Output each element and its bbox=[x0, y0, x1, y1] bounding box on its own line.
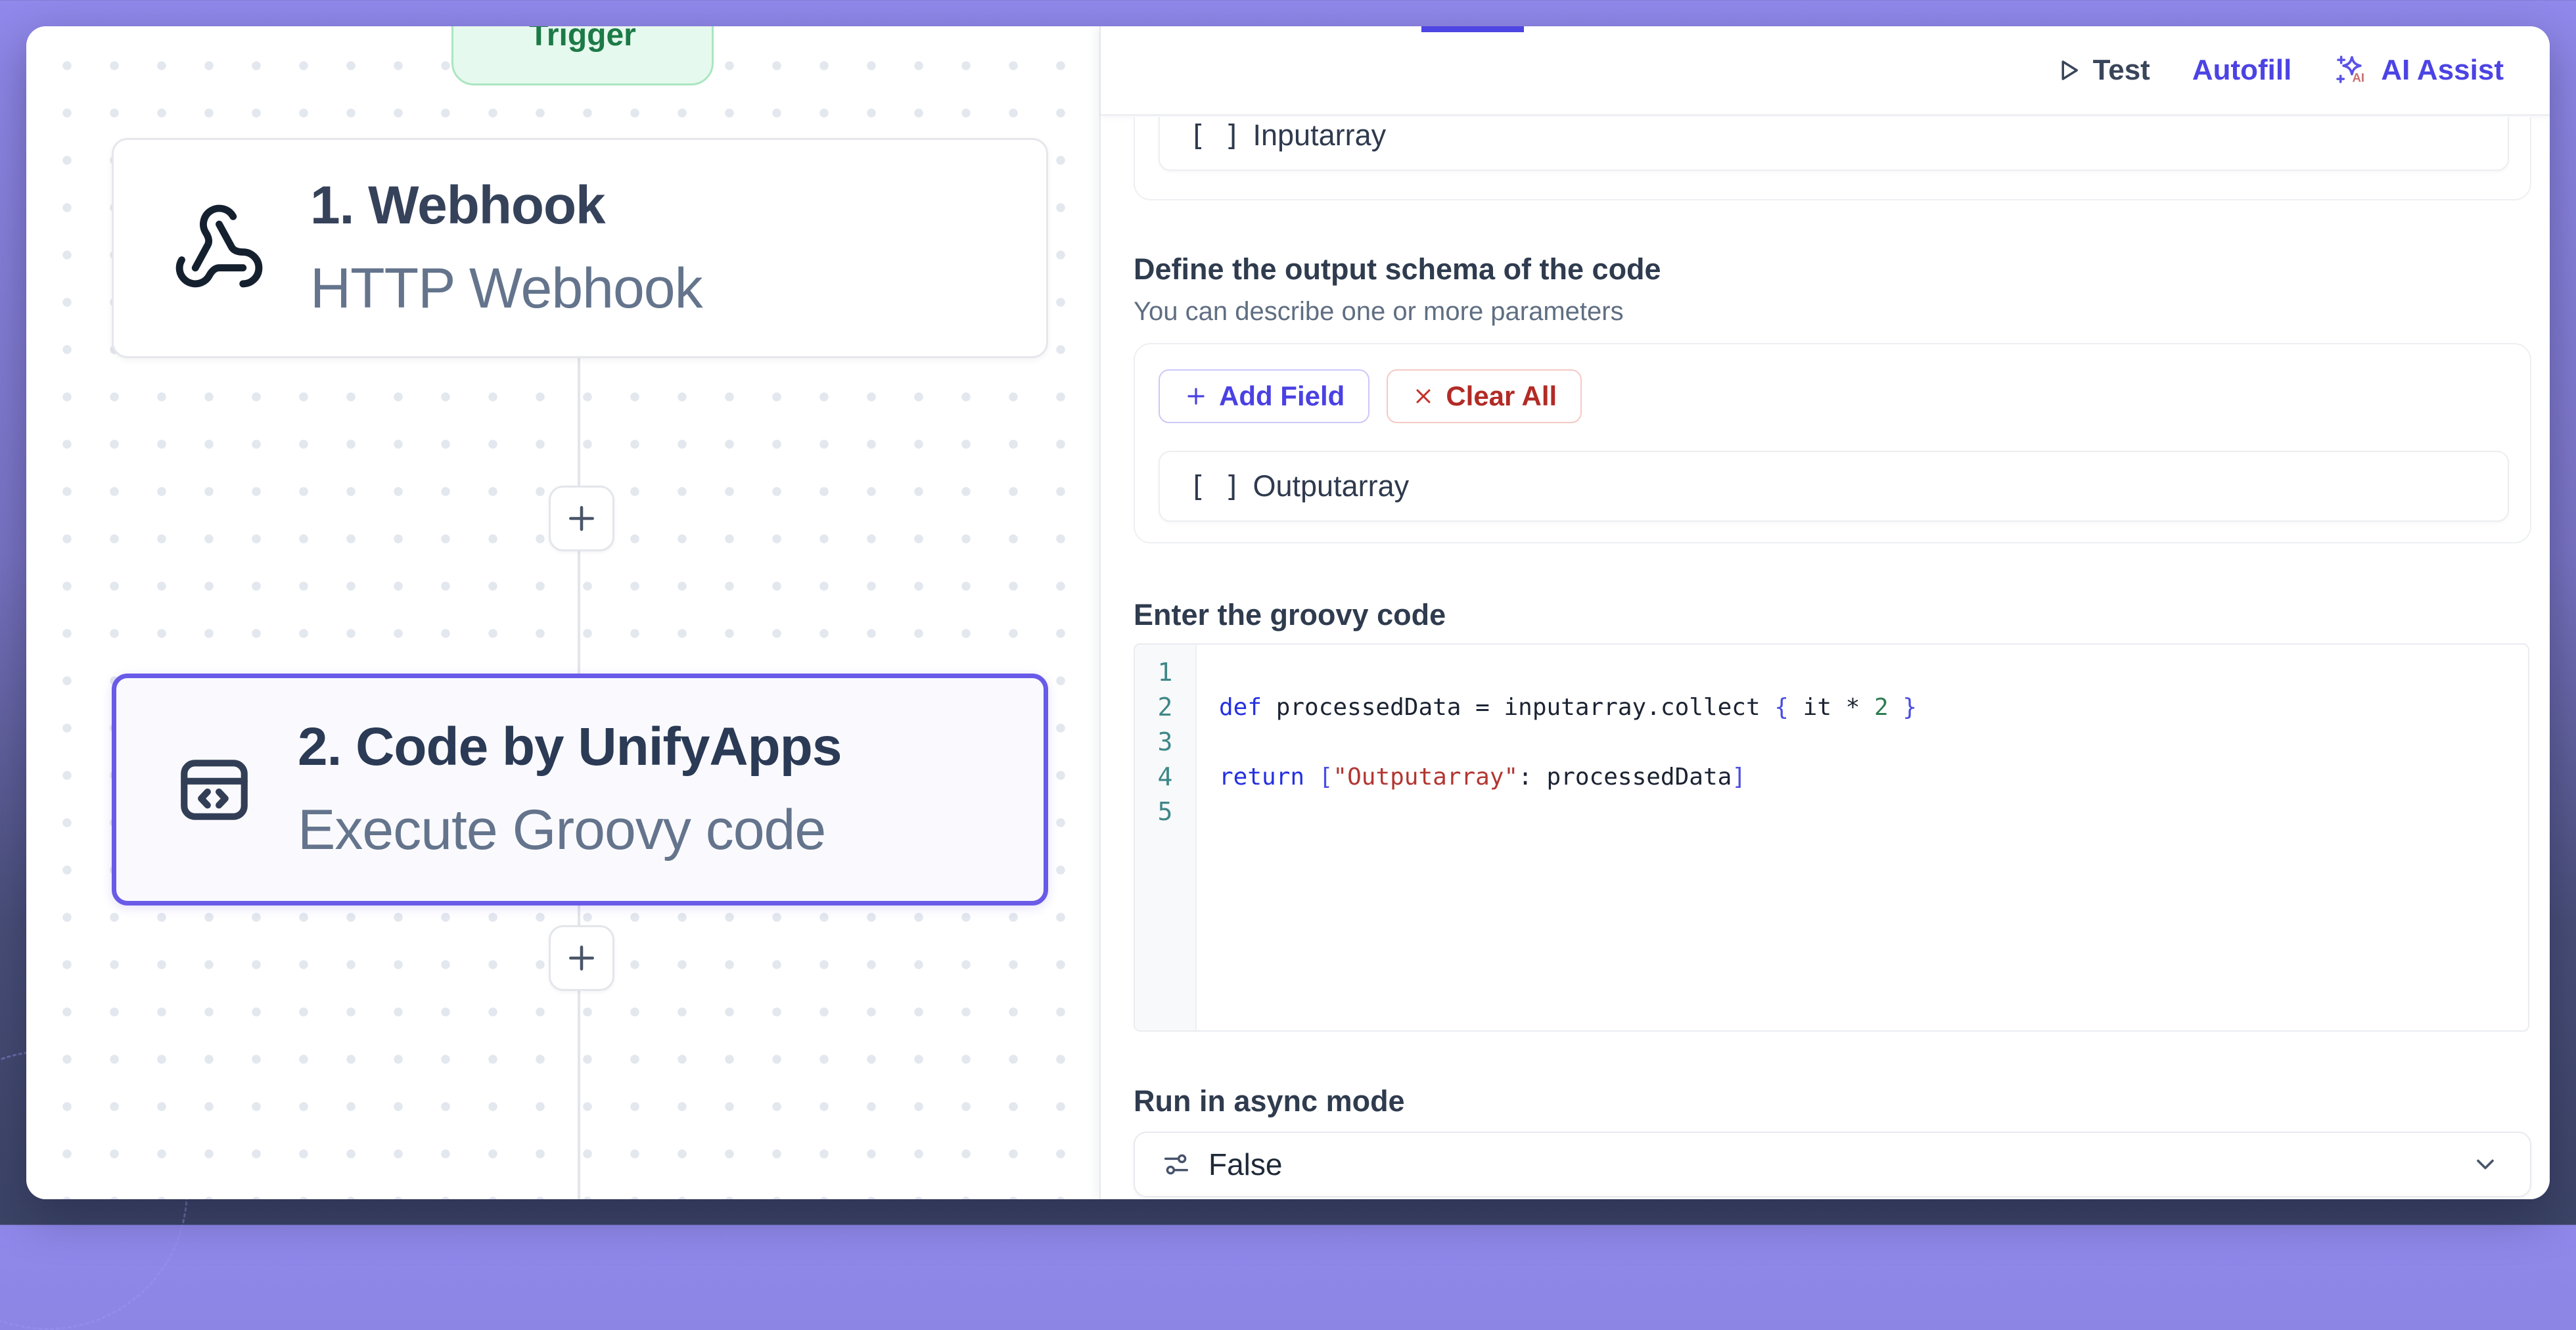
line-number: 4 bbox=[1158, 760, 1173, 794]
sliders-icon bbox=[1161, 1149, 1191, 1180]
input-schema-container: [ ] Inputarray bbox=[1134, 117, 2531, 200]
code-token: : processedData bbox=[1518, 764, 1732, 791]
code-window-icon bbox=[174, 750, 254, 830]
line-number: 5 bbox=[1158, 794, 1173, 829]
code-token: it * bbox=[1789, 694, 1874, 721]
plus-icon bbox=[565, 502, 598, 535]
output-schema-subheading: You can describe one or more parameters bbox=[1134, 297, 1624, 327]
line-number-gutter: 12345 bbox=[1135, 645, 1197, 1030]
code-line[interactable] bbox=[1219, 655, 2528, 690]
line-number: 1 bbox=[1158, 655, 1173, 690]
code-token: "Outputarray" bbox=[1333, 764, 1518, 791]
code-token: processedData = inputarray.collect bbox=[1262, 694, 1774, 721]
close-icon bbox=[1412, 384, 1435, 408]
code-token: ] bbox=[1732, 764, 1746, 791]
panel-header: Test Autofill AI AI Assist bbox=[1101, 26, 2550, 116]
output-schema-heading: Define the output schema of the code bbox=[1134, 252, 1661, 287]
trigger-label: Trigger bbox=[529, 26, 636, 53]
async-mode-value: False bbox=[1208, 1147, 2454, 1182]
code-line[interactable]: return ["Outputarray": processedData] bbox=[1219, 760, 2528, 794]
code-token bbox=[1304, 764, 1319, 791]
add-field-button[interactable]: Add Field bbox=[1159, 369, 1369, 423]
add-node-button[interactable] bbox=[549, 925, 614, 991]
autofill-button[interactable]: Autofill bbox=[2192, 54, 2292, 87]
add-field-label: Add Field bbox=[1219, 380, 1345, 412]
app-window: Trigger 1. Webhook HTTP Webhook bbox=[26, 26, 2550, 1199]
ai-assist-button[interactable]: AI AI Assist bbox=[2334, 52, 2504, 89]
test-button[interactable]: Test bbox=[2055, 54, 2150, 87]
add-node-button[interactable] bbox=[549, 486, 614, 551]
ai-sparkle-icon: AI bbox=[2334, 52, 2370, 89]
node-code[interactable]: 2. Code by UnifyApps Execute Groovy code bbox=[112, 674, 1048, 906]
input-field-row[interactable]: [ ] Inputarray bbox=[1159, 117, 2509, 171]
chevron-down-icon bbox=[2471, 1150, 2500, 1179]
test-label: Test bbox=[2093, 54, 2150, 87]
code-token: } bbox=[1902, 694, 1917, 721]
schema-actions: Add Field Clear All bbox=[1159, 369, 1582, 423]
code-token: 2 bbox=[1874, 694, 1889, 721]
plus-icon bbox=[565, 942, 598, 975]
code-heading: Enter the groovy code bbox=[1134, 598, 1446, 632]
code-token: def bbox=[1219, 694, 1262, 721]
groovy-code-editor[interactable]: 12345 def processedData = inputarray.col… bbox=[1134, 643, 2529, 1032]
field-label: Outputarray bbox=[1253, 469, 1409, 503]
array-type-badge: [ ] bbox=[1189, 119, 1241, 152]
trigger-badge[interactable]: Trigger bbox=[451, 26, 714, 85]
clear-all-button[interactable]: Clear All bbox=[1387, 369, 1582, 423]
output-field-row[interactable]: [ ] Outputarray bbox=[1159, 451, 2509, 522]
config-panel: Test Autofill AI AI Assist bbox=[1099, 26, 2550, 1199]
code-text-area[interactable]: def processedData = inputarray.collect {… bbox=[1197, 645, 2528, 1030]
ai-assist-label: AI Assist bbox=[2381, 54, 2504, 87]
play-icon bbox=[2055, 57, 2082, 84]
node-webhook[interactable]: 1. Webhook HTTP Webhook bbox=[112, 138, 1048, 358]
node-title: 1. Webhook bbox=[310, 175, 702, 237]
code-token: return bbox=[1219, 764, 1304, 791]
workflow-canvas[interactable]: Trigger 1. Webhook HTTP Webhook bbox=[26, 26, 1099, 1199]
output-schema-container: Add Field Clear All [ ] Outputarray bbox=[1134, 343, 2531, 543]
clear-all-label: Clear All bbox=[1446, 380, 1557, 412]
field-label: Inputarray bbox=[1253, 118, 1386, 152]
node-subtitle: HTTP Webhook bbox=[310, 256, 702, 321]
svg-text:AI: AI bbox=[2353, 71, 2365, 85]
node-subtitle: Execute Groovy code bbox=[298, 798, 841, 863]
plus-icon bbox=[1184, 384, 1208, 409]
line-number: 2 bbox=[1158, 690, 1173, 725]
async-mode-select[interactable]: False bbox=[1134, 1132, 2531, 1197]
autofill-label: Autofill bbox=[2192, 54, 2292, 87]
node-title: 2. Code by UnifyApps bbox=[298, 716, 841, 778]
code-line[interactable]: def processedData = inputarray.collect {… bbox=[1219, 690, 2528, 725]
code-line[interactable] bbox=[1219, 725, 2528, 760]
code-token bbox=[1889, 694, 1903, 721]
array-type-badge: [ ] bbox=[1189, 470, 1241, 503]
webhook-icon bbox=[172, 200, 267, 296]
code-token: { bbox=[1774, 694, 1789, 721]
code-token: [ bbox=[1319, 764, 1333, 791]
panel-content: [ ] Inputarray Define the output schema … bbox=[1101, 117, 2550, 1199]
async-mode-heading: Run in async mode bbox=[1134, 1084, 1405, 1118]
code-line[interactable] bbox=[1219, 794, 2528, 829]
line-number: 3 bbox=[1158, 725, 1173, 760]
